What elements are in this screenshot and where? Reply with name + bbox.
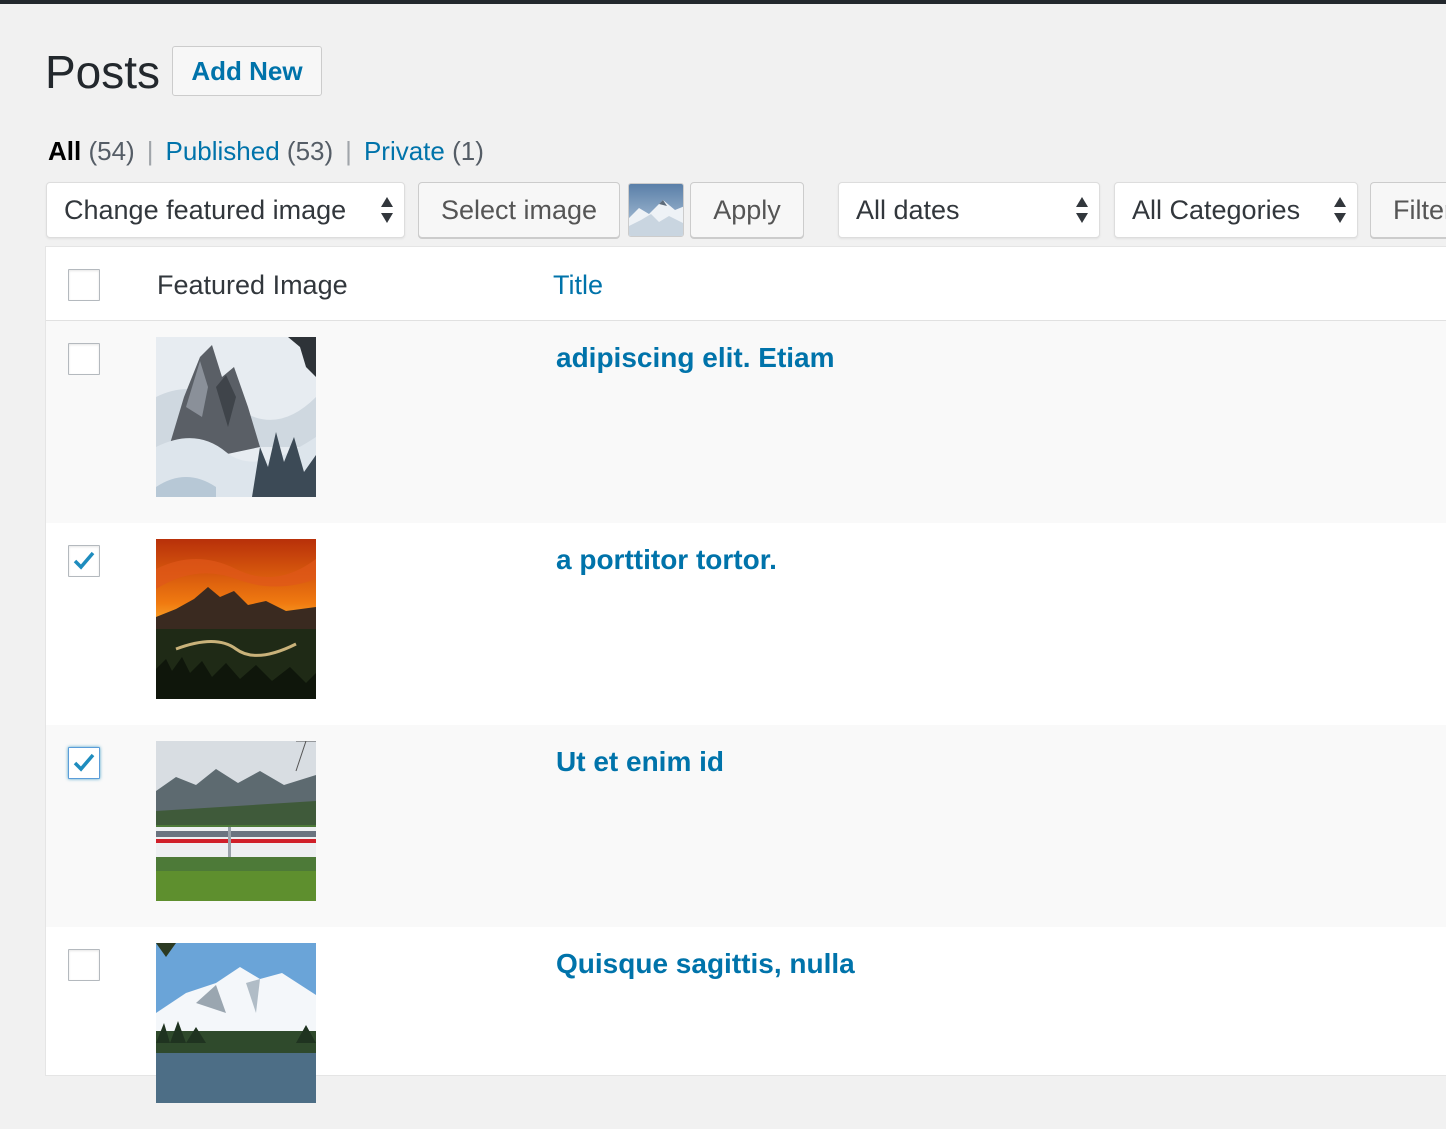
filter-all-link[interactable]: All [48,136,81,166]
table-row: Ut et enim id [46,725,1446,927]
apply-button[interactable]: Apply [690,182,804,238]
checkmark-icon [73,551,95,570]
select-arrows-icon [380,193,394,227]
bulk-action-value: Change featured image [64,195,347,225]
posts-table: Featured Image Title adipiscing elit. Et… [45,246,1446,1103]
snowy-mountain-peak-image[interactable] [156,337,316,497]
column-featured-image-header: Featured Image [157,270,348,300]
selected-image-thumbnail[interactable] [628,183,684,237]
column-title-header[interactable]: Title [553,267,603,303]
filter-private-count: (1) [452,136,484,166]
filter-private-link[interactable]: Private [364,136,445,166]
sunset-valley-image[interactable] [156,539,316,699]
categories-filter-value: All Categories [1132,195,1301,225]
bulk-action-select[interactable]: Change featured image [46,182,405,238]
row-checkbox[interactable] [68,343,100,375]
dates-filter-select[interactable]: All dates [838,182,1100,238]
row-checkbox[interactable] [68,949,100,981]
admin-top-bar [0,0,1446,4]
filter-button[interactable]: Filter [1370,182,1446,238]
status-filter-links: All (54) | Published (53) | Private (1) [48,134,484,168]
select-all-checkbox[interactable] [68,269,100,301]
snow-mountain-lake-image[interactable] [156,943,316,1103]
table-row: Quisque sagittis, nulla [46,927,1446,1129]
row-checkbox[interactable] [68,747,100,779]
filter-all-count: (54) [88,136,135,166]
post-title-link[interactable]: adipiscing elit. Etiam [556,339,835,377]
post-title-link[interactable]: a porttitor tortor. [556,541,777,579]
page-title: Posts [45,46,161,98]
post-title-link[interactable]: Ut et enim id [556,743,724,781]
checkmark-icon [73,753,95,772]
select-arrows-icon [1075,193,1089,227]
filter-separator: | [146,136,154,166]
train-in-mountains-image[interactable] [156,741,316,901]
filter-published-link[interactable]: Published [165,136,279,166]
table-row: adipiscing elit. Etiam [46,321,1446,523]
post-title-link[interactable]: Quisque sagittis, nulla [556,945,855,983]
select-arrows-icon [1333,193,1347,227]
table-row: a porttitor tortor. [46,523,1446,725]
filter-published-count: (53) [286,136,334,166]
table-header: Featured Image Title [46,247,1446,321]
add-new-button[interactable]: Add New [172,46,322,96]
row-checkbox[interactable] [68,545,100,577]
dates-filter-value: All dates [856,195,960,225]
filter-separator: | [345,136,352,166]
categories-filter-select[interactable]: All Categories [1114,182,1358,238]
select-image-button[interactable]: Select image [418,182,620,238]
